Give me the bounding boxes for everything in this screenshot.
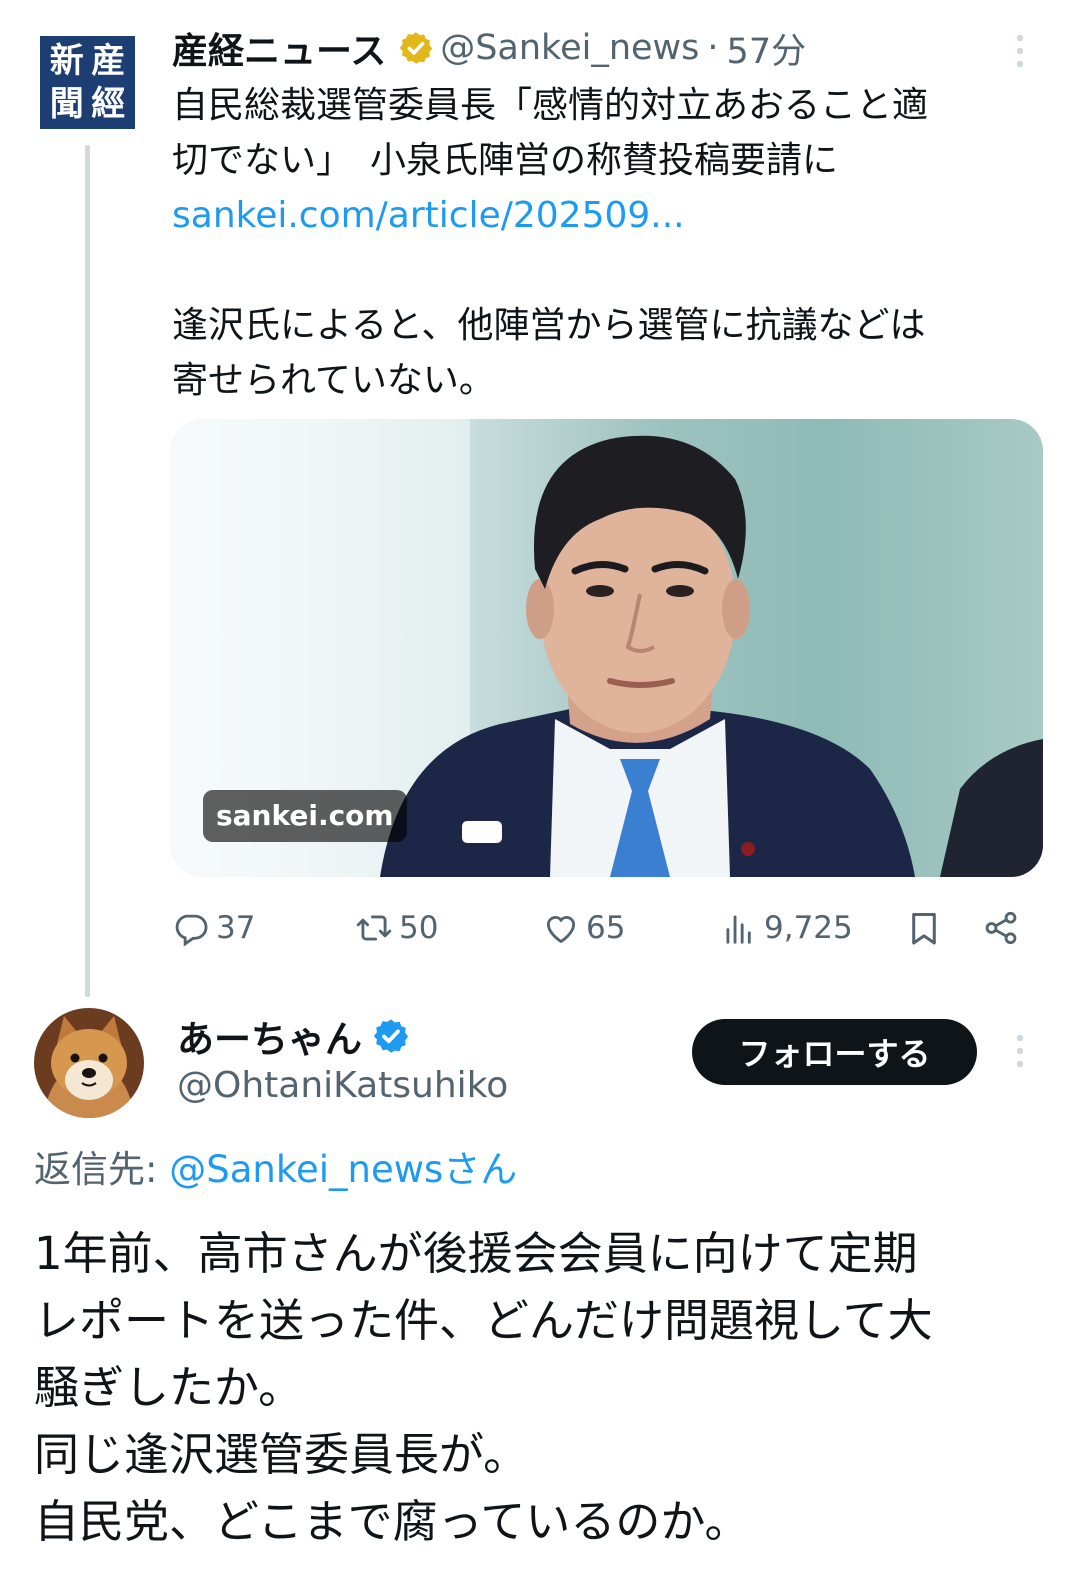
like-icon [546, 916, 576, 944]
reply-text-line: 同じ逢沢選管委員長が。 [34, 1428, 529, 1481]
sankei-logo-avatar[interactable]: 新 産 聞 經 [40, 36, 135, 129]
reply-author-row: あーちゃん [177, 1010, 410, 1062]
bookmark-icon [912, 913, 936, 945]
tweet-text-line: 寄せられていない。 [172, 360, 495, 401]
replying-to: 返信先: @Sankei_newsさん [34, 1143, 517, 1197]
reply-text-line: 騒ぎしたか。 [34, 1361, 304, 1414]
retweet-count: 50 [399, 910, 439, 946]
tweet-header: 産経ニュース @Sankei_news · 57分 [172, 22, 806, 74]
retweet-button[interactable]: 50 [355, 900, 438, 956]
tweet-text: 自民総裁選管委員長「感情的対立あおること適 切でない」 小泉氏陣営の称賛投稿要請… [172, 78, 1052, 408]
share-icon [985, 911, 1017, 945]
views-icon [726, 915, 751, 944]
article-link[interactable]: sankei.com/article/202509... [172, 188, 1052, 243]
tweet-text-line: 逢沢氏によると、他陣営から選管に抗議などは [172, 305, 926, 346]
more-icon[interactable] [1008, 1032, 1032, 1072]
verified-blue-icon [373, 1019, 409, 1053]
like-count: 65 [586, 910, 626, 946]
reply-author-name[interactable]: あーちゃん [177, 1009, 362, 1063]
reply-text-line: 1年前、高市さんが後援会会員に向けて定期 [34, 1227, 918, 1280]
views-button[interactable]: 9,725 [720, 900, 853, 956]
tweet-text-line: 自民総裁選管委員長「感情的対立あおること適 [172, 85, 929, 126]
share-button[interactable] [982, 900, 1026, 956]
follow-button[interactable]: フォローする [692, 1019, 977, 1085]
reply-text-line: レポートを送った件、どんだけ問題視して大 [34, 1294, 933, 1347]
tweet-timestamp[interactable]: 57分 [727, 23, 807, 74]
author-name[interactable]: 産経ニュース [172, 22, 386, 74]
separator-dot: · [707, 28, 719, 68]
logo-char: 聞 [49, 83, 84, 124]
like-button[interactable]: 65 [542, 900, 625, 956]
reply-button[interactable]: 37 [172, 900, 255, 956]
logo-char: 産 [91, 41, 126, 82]
replying-to-label: 返信先: [34, 1148, 170, 1191]
avatar[interactable] [34, 1008, 144, 1118]
logo-char: 新 [49, 41, 84, 82]
bookmark-button[interactable] [905, 900, 949, 956]
reply-count: 37 [216, 910, 256, 946]
reply-icon [175, 914, 208, 947]
verified-gold-icon [400, 32, 433, 64]
reply-text: 1年前、高市さんが後援会会員に向けて定期 レポートを送った件、どんだけ問題視して… [34, 1220, 1044, 1555]
retweet-icon [356, 915, 392, 941]
tweet-actions: 37 50 65 9,725 [172, 900, 1052, 956]
shiba-dog-avatar [34, 1008, 144, 1118]
replying-to-handle[interactable]: @Sankei_newsさん [169, 1148, 517, 1191]
link-card-domain: sankei.com [203, 790, 407, 842]
tweet-text-line: 切でない」 小泉氏陣営の称賛投稿要請に [172, 140, 839, 181]
thread-line [85, 145, 90, 997]
reply-author-handle[interactable]: @OhtaniKatsuhiko [177, 1062, 508, 1110]
more-icon[interactable] [1008, 32, 1032, 72]
author-handle[interactable]: @Sankei_news [440, 28, 699, 68]
logo-char: 經 [91, 83, 126, 124]
views-count: 9,725 [764, 910, 853, 946]
reply-text-line: 自民党、どこまで腐っているのか。 [34, 1495, 750, 1548]
